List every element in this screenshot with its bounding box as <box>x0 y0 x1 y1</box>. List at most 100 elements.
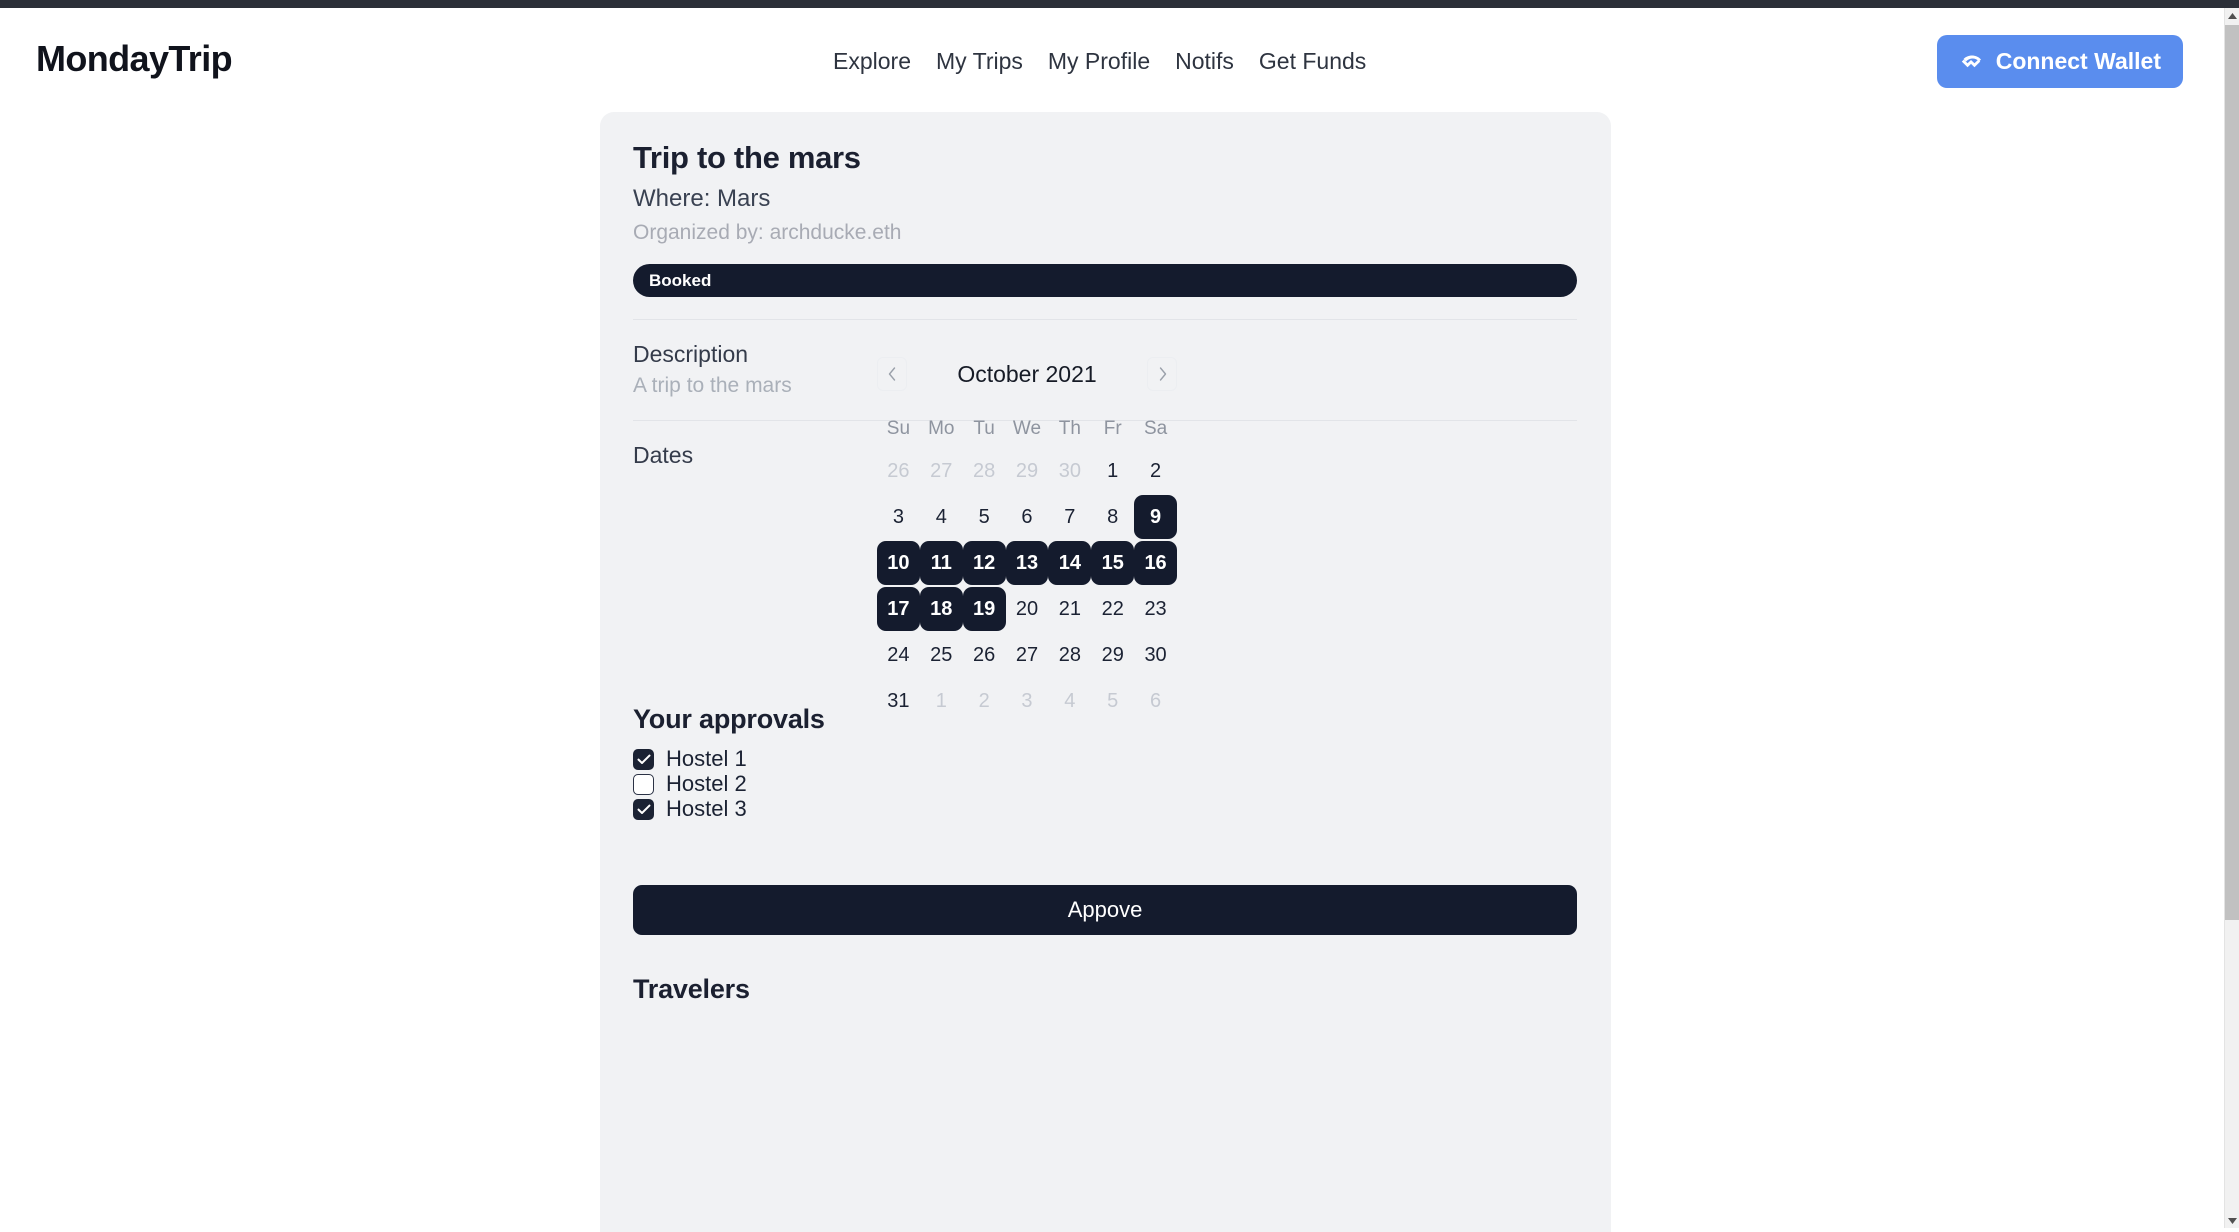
approval-row[interactable]: Hostel 2 <box>633 771 1577 797</box>
calendar-day-number: 26 <box>973 643 996 666</box>
calendar-day-number: 3 <box>1021 689 1033 712</box>
approval-checkbox[interactable] <box>633 748 654 770</box>
connect-wallet-button[interactable]: Connect Wallet <box>1936 35 2183 88</box>
calendar-day-number: 18 <box>930 597 953 620</box>
nav-item-my-profile[interactable]: My Profile <box>1048 48 1150 75</box>
calendar-day-number: 6 <box>1150 689 1162 712</box>
calendar-day-cell[interactable]: 15 <box>1091 540 1135 586</box>
calendar-day-cell[interactable]: 19 <box>962 586 1006 632</box>
calendar-day-cell[interactable]: 16 <box>1134 540 1177 586</box>
calendar-day-cell[interactable]: 6 <box>1006 494 1049 540</box>
page-scrollbar[interactable] <box>2224 8 2239 1228</box>
calendar-day-number: 6 <box>1021 505 1033 528</box>
calendar-day-cell[interactable]: 1 <box>1091 448 1134 494</box>
travelers-title: Travelers <box>633 974 750 1004</box>
calendar-day-number: 11 <box>930 551 952 574</box>
approval-checkbox[interactable] <box>633 773 654 795</box>
calendar-grid: Su Mo Tu We Th Fr Sa 26 27 28 29 30 1 2 3 4 5 6 7 8 9 10 11 12 1… <box>877 410 1177 724</box>
calendar-day-number: 26 <box>887 459 910 482</box>
calendar-day-number: 4 <box>1064 689 1076 712</box>
calendar-day-cell[interactable]: 26 <box>877 448 920 494</box>
calendar-day-cell[interactable]: 21 <box>1048 586 1091 632</box>
nav-item-get-funds[interactable]: Get Funds <box>1259 48 1366 75</box>
calendar-day-cell[interactable]: 20 <box>1006 586 1049 632</box>
nav-item-explore[interactable]: Explore <box>833 48 911 75</box>
calendar-day-number: 1 <box>935 689 947 712</box>
main-nav: Explore My Trips My Profile Notifs Get F… <box>833 48 1366 75</box>
approvals-title: Your approvals <box>633 704 825 734</box>
calendar-day-number: 20 <box>1015 597 1039 620</box>
approval-row[interactable]: Hostel 3 <box>633 796 1577 822</box>
calendar-day-number: 27 <box>1015 643 1039 666</box>
calendar-day-cell[interactable]: 4 <box>920 494 963 540</box>
nav-item-my-trips[interactable]: My Trips <box>936 48 1023 75</box>
trip-title: Trip to the mars <box>633 140 861 175</box>
calendar-day-cell[interactable]: 2 <box>1134 448 1177 494</box>
calendar-day-number: 5 <box>978 505 990 528</box>
calendar-day-cell[interactable]: 11 <box>919 540 963 586</box>
calendar-day-cell[interactable]: 28 <box>1048 632 1091 678</box>
calendar-day-number: 31 <box>887 689 910 712</box>
date-range-calendar: October 2021 Su Mo Tu We Th Fr Sa 26 27 28 29 30 1 2 3… <box>877 352 1177 724</box>
calendar-day-number: 13 <box>1015 551 1039 574</box>
scroll-down-arrow-icon[interactable] <box>2225 1213 2239 1228</box>
scrollbar-thumb[interactable] <box>2225 25 2239 920</box>
calendar-day-number: 22 <box>1101 597 1124 620</box>
walletconnect-icon <box>1959 49 1985 75</box>
approval-checkbox[interactable] <box>633 798 654 820</box>
calendar-day-cell[interactable]: 17 <box>877 586 920 632</box>
calendar-day-cell[interactable]: 8 <box>1091 494 1134 540</box>
calendar-next-month-button[interactable] <box>1147 357 1177 391</box>
calendar-day-number: 29 <box>1015 459 1039 482</box>
nav-item-notifs[interactable]: Notifs <box>1175 48 1234 75</box>
calendar-day-cell[interactable]: 25 <box>920 632 963 678</box>
scroll-up-arrow-icon[interactable] <box>2225 8 2239 23</box>
approval-row[interactable]: Hostel 1 <box>633 746 1577 772</box>
calendar-day-cell[interactable]: 30 <box>1134 632 1177 678</box>
status-badge: Booked <box>633 264 1577 297</box>
browser-top-edge <box>0 0 2239 8</box>
trip-detail-card: Trip to the mars Where: Mars Organized b… <box>600 112 1611 1232</box>
calendar-weekday-we: We <box>1012 418 1042 439</box>
calendar-day-number: 8 <box>1107 505 1119 528</box>
approve-button[interactable]: Appove <box>633 885 1577 935</box>
calendar-day-cell[interactable]: 9 <box>1134 494 1177 540</box>
calendar-weekday-th: Th <box>1058 418 1081 439</box>
calendar-day-cell[interactable]: 5 <box>963 494 1006 540</box>
calendar-day-cell[interactable]: 27 <box>1006 632 1049 678</box>
calendar-day-cell[interactable]: 12 <box>962 540 1006 586</box>
calendar-day-cell[interactable]: 30 <box>1048 448 1091 494</box>
calendar-day-cell[interactable]: 27 <box>920 448 963 494</box>
site-header: MondayTrip Explore My Trips My Profile N… <box>0 8 2224 118</box>
calendar-day-number: 7 <box>1064 505 1076 528</box>
calendar-day-number: 24 <box>887 643 910 666</box>
divider-above-description <box>633 319 1577 320</box>
calendar-day-cell[interactable]: 29 <box>1091 632 1134 678</box>
calendar-day-cell[interactable]: 10 <box>877 540 920 586</box>
calendar-day-number: 21 <box>1058 597 1081 620</box>
calendar-day-cell[interactable]: 3 <box>877 494 920 540</box>
calendar-day-cell[interactable]: 28 <box>963 448 1006 494</box>
site-logo[interactable]: MondayTrip <box>36 38 233 80</box>
calendar-day-cell[interactable]: 18 <box>919 586 963 632</box>
calendar-month-label: October 2021 <box>957 360 1097 387</box>
calendar-day-number: 10 <box>887 551 910 574</box>
calendar-day-cell[interactable]: 7 <box>1048 494 1091 540</box>
calendar-day-number: 9 <box>1150 505 1162 528</box>
trip-organizer: Organized by: archducke.eth <box>633 221 902 244</box>
calendar-day-number: 3 <box>892 505 904 528</box>
calendar-prev-month-button[interactable] <box>877 357 907 391</box>
calendar-day-number: 16 <box>1144 551 1167 574</box>
calendar-day-cell[interactable]: 29 <box>1006 448 1049 494</box>
calendar-day-cell[interactable]: 23 <box>1134 586 1177 632</box>
calendar-day-number: 4 <box>935 505 947 528</box>
calendar-day-cell[interactable]: 24 <box>877 632 920 678</box>
calendar-day-cell[interactable]: 14 <box>1048 540 1092 586</box>
checkmark-icon <box>637 804 650 814</box>
calendar-day-number: 25 <box>930 643 953 666</box>
approval-label: Hostel 3 <box>666 796 747 821</box>
calendar-day-cell[interactable]: 22 <box>1091 586 1134 632</box>
calendar-day-cell[interactable]: 26 <box>963 632 1006 678</box>
calendar-day-cell[interactable]: 13 <box>1005 540 1049 586</box>
calendar-day-number: 2 <box>978 689 990 712</box>
